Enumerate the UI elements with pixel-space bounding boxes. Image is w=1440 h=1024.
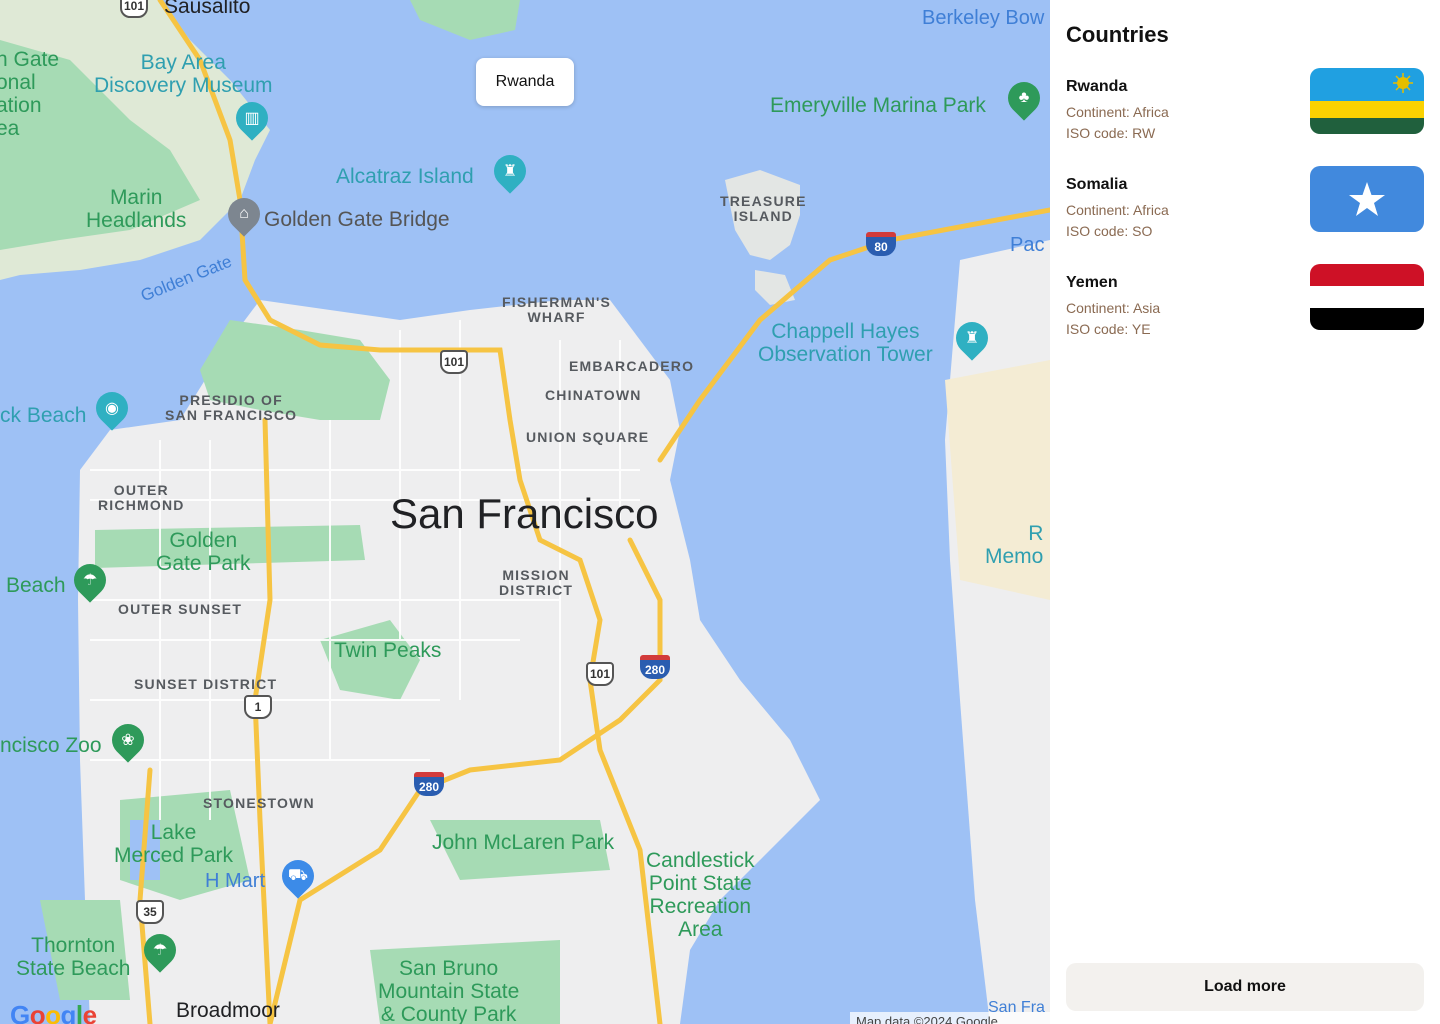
zoo-pin-icon[interactable]: ❀ — [105, 717, 151, 763]
label-pac: Pac — [1010, 234, 1045, 256]
country-continent: Continent: Africa — [1066, 202, 1169, 218]
label-sf-zoo: ncisco Zoo — [0, 734, 102, 757]
country-continent: Continent: Asia — [1066, 300, 1161, 316]
label-beach: Beach — [6, 574, 66, 597]
label-chappell: Chappell Hayes Observation Tower — [758, 320, 933, 366]
label-broadmoor: Broadmoor — [176, 999, 280, 1022]
tower-pin-icon[interactable]: ♜ — [949, 315, 995, 361]
label-alcatraz: Alcatraz Island — [336, 165, 474, 188]
ca1-shield-icon: 1 — [244, 695, 272, 719]
sidebar-title: Countries — [1066, 22, 1169, 47]
label-r-memo: R Memo — [985, 522, 1044, 568]
label-emeryville: Emeryville Marina Park — [770, 94, 986, 117]
i280-shield-icon: 280 — [414, 772, 444, 796]
google-logo: Google — [10, 1000, 97, 1024]
tower-pin-icon[interactable]: ♜ — [487, 148, 533, 194]
country-name: Rwanda — [1066, 78, 1128, 95]
us101-shield-icon: 101 — [586, 662, 614, 686]
label-bay-area-museum: Bay Area Discovery Museum — [94, 51, 273, 97]
somalia-flag-icon — [1310, 166, 1424, 232]
label-berkeley: Berkeley Bow — [922, 7, 1045, 29]
label-john-mclaren: John McLaren Park — [432, 831, 615, 854]
beach-pin-icon[interactable]: ☂ — [137, 927, 183, 973]
park-pin-icon[interactable]: ♣ — [1001, 75, 1047, 121]
label-chinatown: CHINATOWN — [545, 387, 642, 403]
label-marin: Marin Headlands — [86, 186, 187, 232]
label-mission: MISSION DISTRICT — [499, 567, 574, 598]
us101-shield-icon: 101 — [120, 0, 148, 18]
country-name: Somalia — [1066, 176, 1128, 193]
label-fishermans-wharf: FISHERMAN'S WHARF — [502, 294, 612, 325]
us101-shield-icon: 101 — [440, 350, 468, 374]
label-sausalito: Sausalito — [164, 0, 251, 18]
label-thornton: Thornton State Beach — [16, 934, 131, 980]
beach-pin-icon[interactable]: ☂ — [67, 557, 113, 603]
label-treasure-island: TREASURE ISLAND — [720, 193, 807, 224]
label-golden-gate-nra: n Gate onal ation ea — [0, 48, 60, 140]
countries-sidebar: Countries Rwanda Continent: Africa ISO c… — [1050, 0, 1440, 1024]
load-more-button[interactable]: Load more — [1066, 963, 1424, 1011]
i280-shield-icon: 280 — [640, 655, 670, 679]
ca35-shield-icon: 35 — [136, 900, 164, 924]
country-item-rwanda[interactable]: Rwanda Continent: Africa ISO code: RW — [1066, 68, 1424, 144]
label-ck-beach: ck Beach — [0, 404, 87, 427]
country-iso: ISO code: SO — [1066, 223, 1153, 239]
label-union-square: UNION SQUARE — [526, 429, 650, 445]
museum-pin-icon[interactable]: ▥ — [229, 95, 275, 141]
label-san-bruno: San Bruno Mountain State & County Park — [378, 957, 520, 1024]
label-twin-peaks: Twin Peaks — [334, 639, 442, 662]
i80-shield-icon: 80 — [866, 232, 896, 256]
map-view[interactable]: Sausalito Berkeley Bow n Gate onal ation… — [0, 0, 1050, 1024]
label-gg-park: Golden Gate Park — [156, 529, 251, 575]
label-outer-sunset: OUTER SUNSET — [118, 601, 243, 617]
label-h-mart: H Mart — [205, 870, 265, 892]
country-iso: ISO code: RW — [1066, 125, 1156, 141]
label-presidio: PRESIDIO OF SAN FRANCISCO — [165, 392, 298, 423]
label-candlestick: Candlestick Point State Recreation Area — [646, 849, 755, 941]
rwanda-flag-icon — [1310, 68, 1424, 134]
country-iso: ISO code: YE — [1066, 321, 1151, 337]
label-outer-richmond: OUTER RICHMOND — [98, 482, 185, 513]
shopping-pin-icon[interactable]: ⛟ — [275, 853, 321, 899]
label-stonestown: STONESTOWN — [203, 795, 315, 811]
country-item-somalia[interactable]: Somalia Continent: Africa ISO code: SO — [1066, 166, 1424, 242]
bridge-pin-icon[interactable]: ⌂ — [221, 191, 267, 237]
camera-pin-icon[interactable]: ◉ — [89, 385, 135, 431]
label-lake-merced: Lake Merced Park — [114, 821, 234, 867]
label-sunset-district: SUNSET DISTRICT — [134, 676, 278, 692]
country-continent: Continent: Africa — [1066, 104, 1169, 120]
yemen-flag-icon — [1310, 264, 1424, 330]
country-item-yemen[interactable]: Yemen Continent: Asia ISO code: YE — [1066, 264, 1424, 340]
map-tooltip: Rwanda — [476, 58, 574, 106]
label-gg-bridge: Golden Gate Bridge — [264, 208, 450, 231]
label-san-francisco: San Francisco — [390, 490, 659, 537]
label-embarcadero: EMBARCADERO — [569, 358, 695, 374]
country-name: Yemen — [1066, 274, 1118, 291]
map-attribution[interactable]: Map data ©2024 Google — [850, 1012, 1050, 1024]
